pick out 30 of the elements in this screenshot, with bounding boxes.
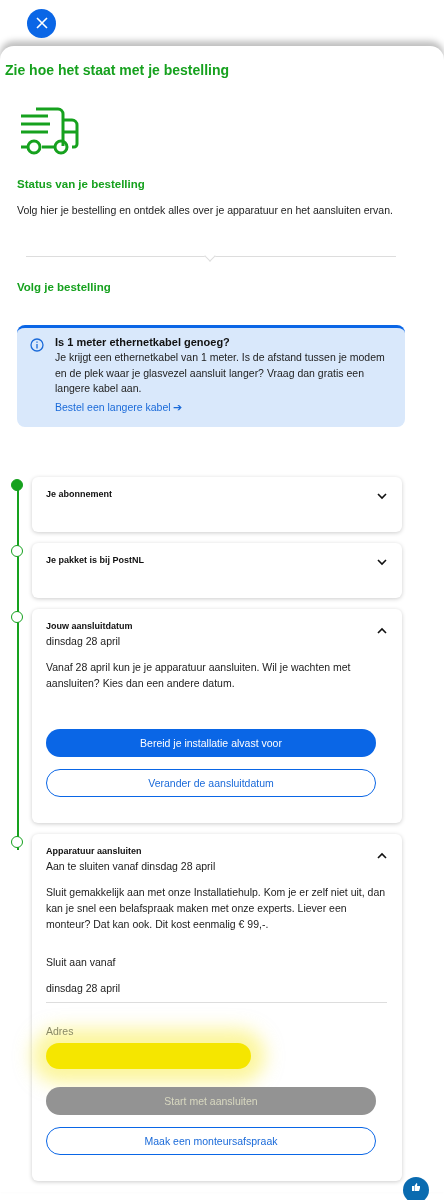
step-title: Je pakket is bij PostNL — [46, 554, 145, 565]
chevron-icon[interactable] — [377, 492, 387, 500]
feedback-button[interactable] — [403, 1177, 429, 1200]
order-cable-link[interactable]: Bestel een langere kabel ➔ — [55, 400, 183, 413]
step-text: Sluit gemakkelijk aan met onze Installatiehulp. Kom je er zelf niet uit, dan kan je snel een belafspraak maken met onze experts. Liever een monteur? Dat kan ook. Dit kost eenmalig € 99,-. — [46, 884, 387, 932]
status-heading: Status van je bestelling — [17, 178, 146, 190]
field-label: Adres — [46, 1024, 75, 1037]
notice-title: Is 1 meter ethernetkabel genoeg? — [55, 336, 231, 348]
thumbs-up-icon — [411, 1182, 421, 1192]
step-title: Jouw aansluitdatum — [46, 620, 133, 631]
action-button[interactable]: Bereid je installatie alvast voor — [46, 728, 376, 757]
field-value: dinsdag 28 april — [46, 981, 387, 1003]
action-button[interactable]: Maak een monteursafspraak — [46, 1126, 376, 1155]
track-heading: Volg je bestelling — [17, 281, 112, 293]
status-text: Volg hier je bestelling en ontdek alles over je apparatuur en het aansluiten ervan. — [17, 204, 394, 216]
page-title: Zie hoe het staat met je bestelling — [5, 62, 231, 78]
close-icon — [34, 16, 49, 30]
info-icon — [30, 338, 44, 352]
notice-text: Je krijgt een ethernetkabel van 1 meter. Is de afstand tussen je modem en de plek waar je glasvezel aansluit langer? Vraag dan gratis een langere kabel aan. — [55, 350, 386, 396]
step-text: Vanaf 28 april kun je je apparatuur aansluiten. Wil je wachten met aansluiten? Kies dan een andere datum. — [46, 659, 352, 691]
chevron-icon[interactable] — [377, 626, 387, 634]
close-button[interactable] — [27, 8, 56, 38]
step-subtitle: dinsdag 28 april — [46, 634, 122, 647]
action-button[interactable]: Verander de aansluitdatum — [46, 768, 376, 797]
step-title: Apparatuur aansluiten — [46, 845, 143, 856]
chevron-icon[interactable] — [377, 558, 387, 566]
chevron-icon[interactable] — [377, 851, 387, 859]
step-subtitle: Aan te sluiten vanaf dinsdag 28 april — [46, 859, 216, 872]
step-title: Je abonnement — [46, 488, 112, 499]
field-label: Sluit aan vanaf — [46, 955, 117, 968]
